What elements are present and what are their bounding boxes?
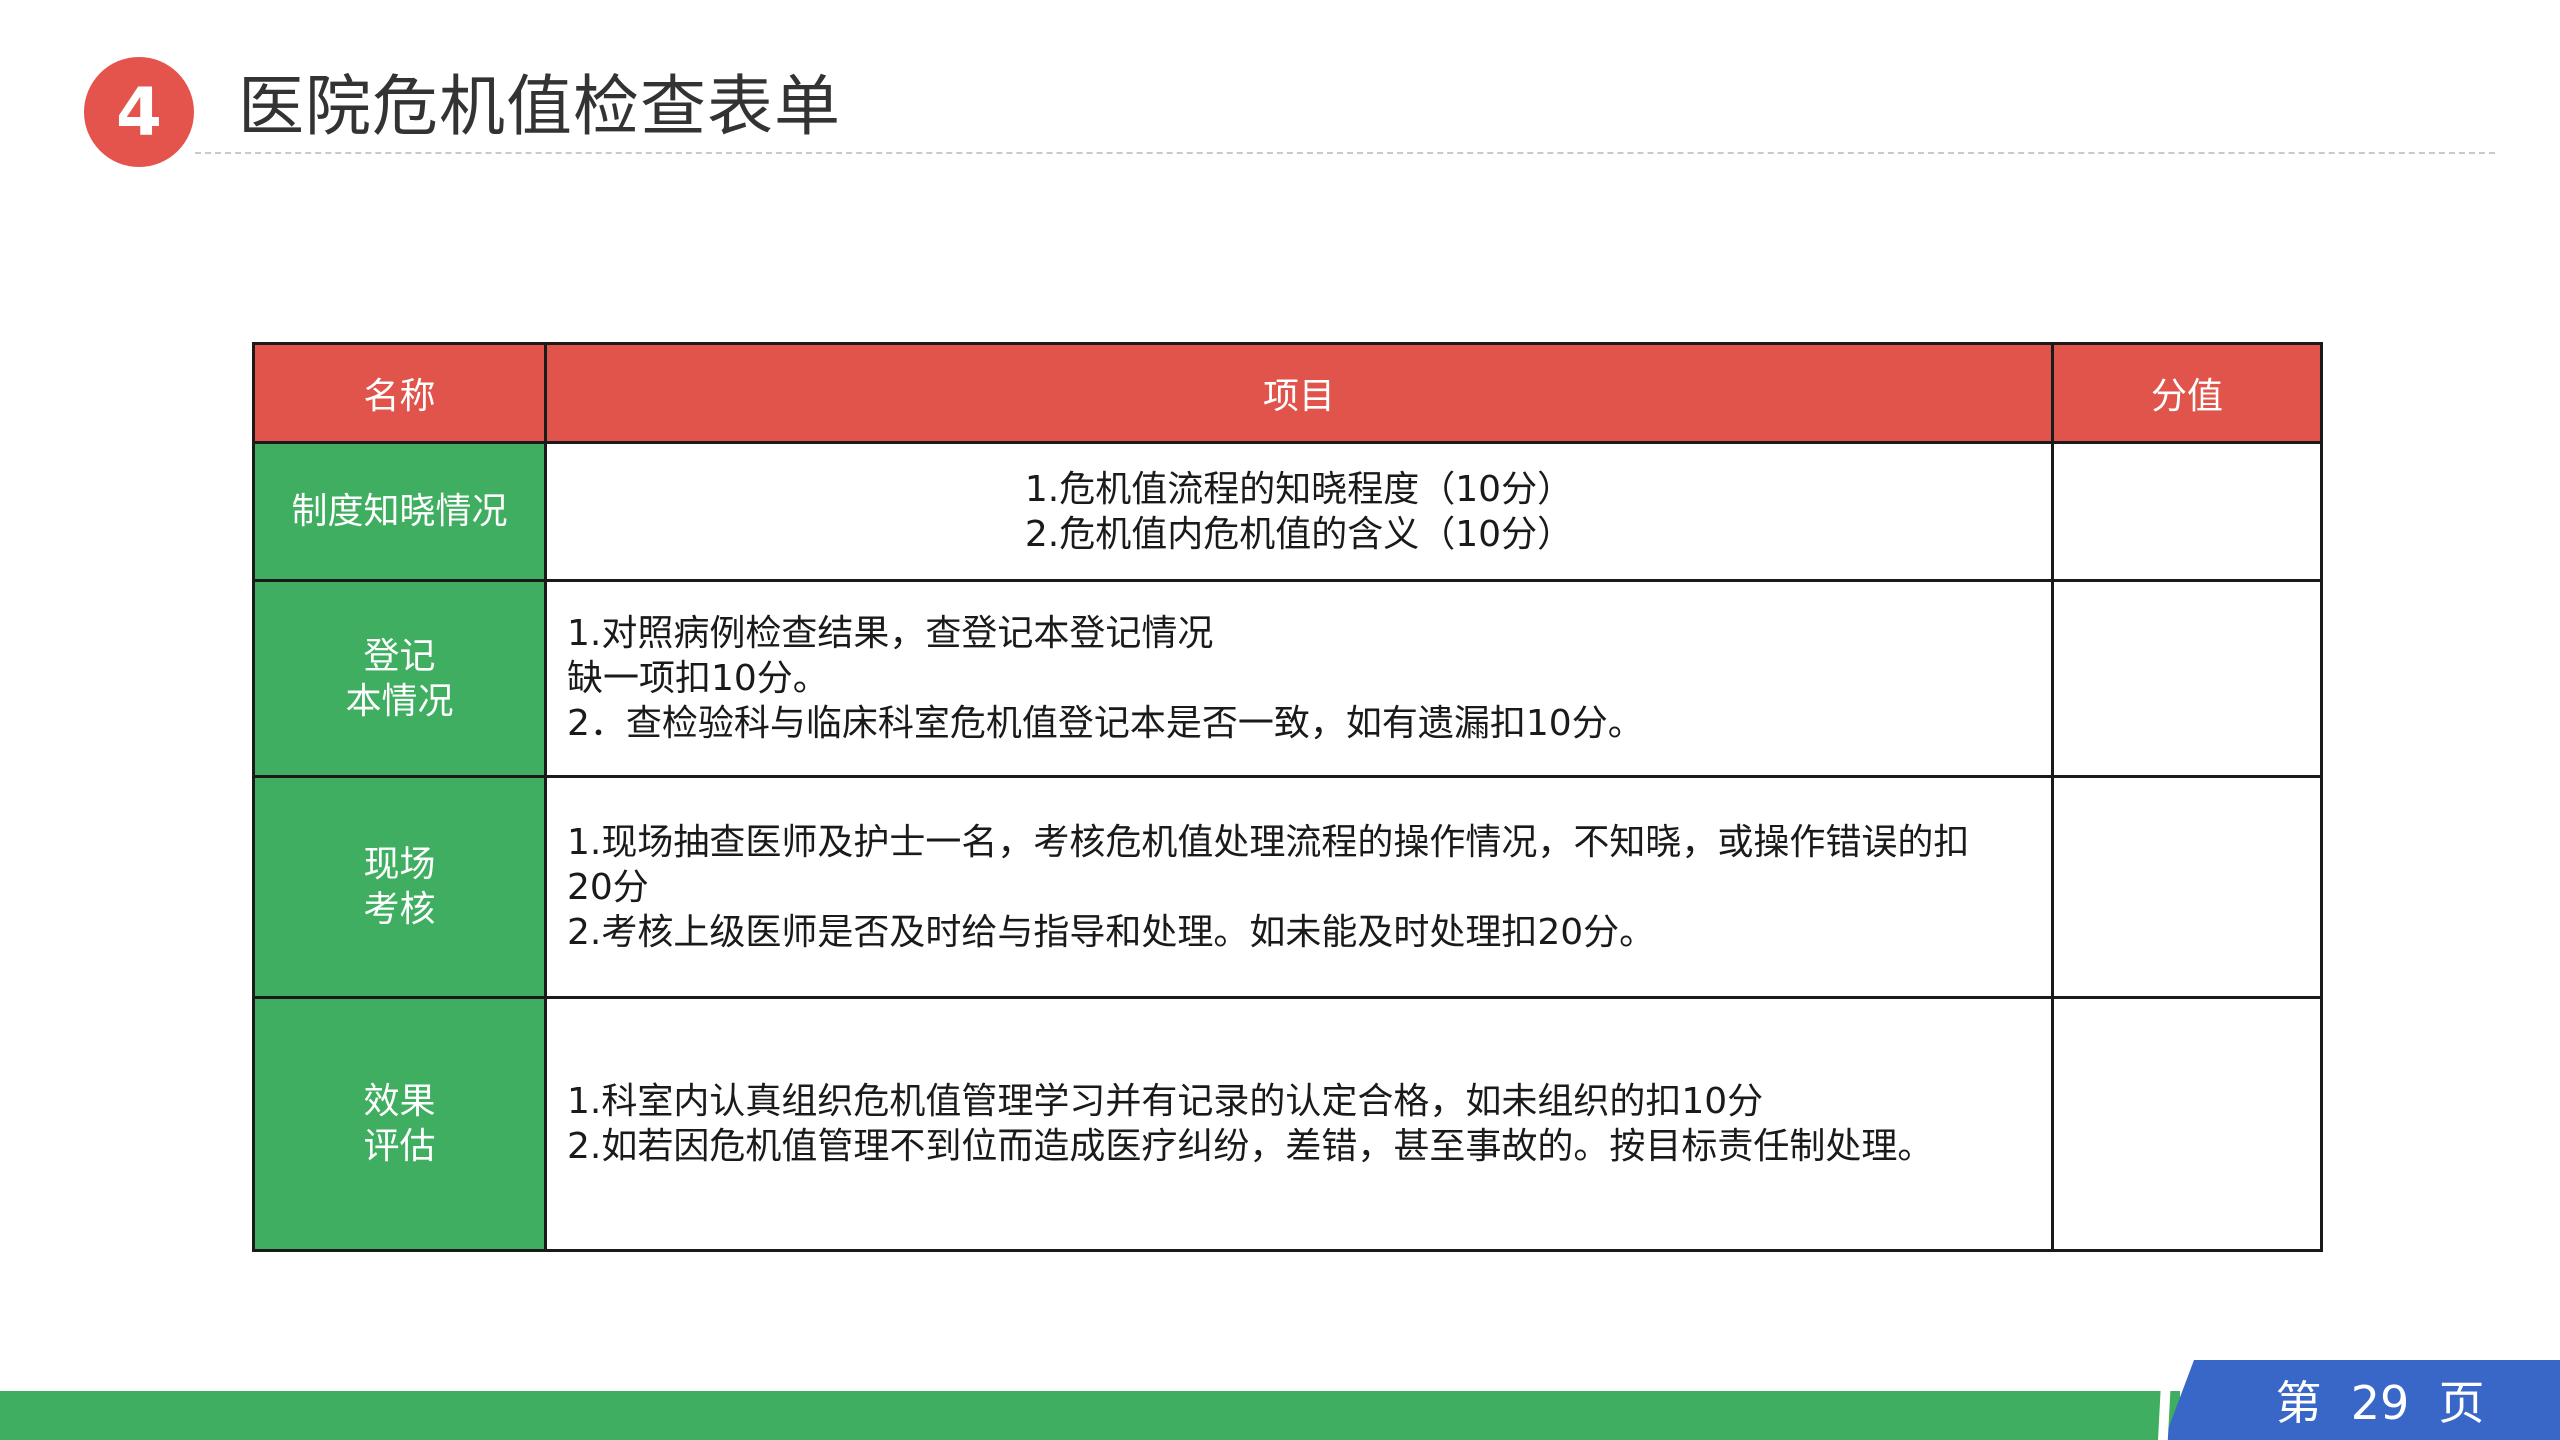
table-header-row: 名称 项目 分值	[252, 342, 2323, 444]
row-item-line: 1.对照病例检查结果，查登记本登记情况	[567, 613, 1214, 654]
row-name-cell: 现场 考核	[252, 775, 547, 999]
section-number: 4	[116, 73, 162, 151]
row-item-line: 1.危机值流程的知晓程度（10分）	[1024, 468, 1574, 510]
row-name-line: 登记	[363, 635, 436, 677]
row-score-cell	[2051, 775, 2323, 999]
row-item-line: 2.考核上级医师是否及时给与指导和处理。如未能及时处理扣20分。	[567, 911, 1656, 953]
row-item-line: 2.危机值内危机值的含义（10分）	[1024, 513, 1574, 555]
row-item-cell: 1.科室内认真组织危机值管理学习并有记录的认定合格，如未组织的扣10分 2.如若…	[544, 996, 2054, 1252]
row-name-line: 评估	[363, 1126, 436, 1167]
page-number: 第 29 页	[2275, 1376, 2485, 1430]
row-item-line: 20分	[567, 866, 649, 908]
row-item-cell: 1.对照病例检查结果，查登记本登记情况 缺一项扣10分。 2．查检验科与临床科室…	[544, 579, 2054, 778]
column-header-score: 分值	[2051, 342, 2323, 444]
row-item-line: 1.现场抽查医师及护士一名，考核危机值处理流程的操作情况，不知晓，或操作错误的扣	[567, 821, 1970, 863]
table-row: 现场 考核 1.现场抽查医师及护士一名，考核危机值处理流程的操作情况，不知晓，或…	[252, 775, 2323, 999]
row-item-line: 1.科室内认真组织危机值管理学习并有记录的认定合格，如未组织的扣10分	[567, 1081, 1764, 1122]
row-name-cell: 效果 评估	[252, 996, 547, 1252]
section-number-badge: 4	[84, 57, 194, 167]
checklist-table: 名称 项目 分值 制度知晓情况 1.危机值流程的知晓程度（10分） 2.危机值内…	[252, 342, 2323, 1252]
row-item-cell: 1.现场抽查医师及护士一名，考核危机值处理流程的操作情况，不知晓，或操作错误的扣…	[544, 775, 2054, 999]
row-name-line: 现场	[363, 844, 436, 885]
row-name-line: 本情况	[345, 680, 454, 722]
row-name-line: 制度知晓情况	[291, 491, 508, 532]
footer-green-bar	[0, 1391, 2180, 1440]
column-header-name: 名称	[252, 342, 547, 444]
row-name-line: 考核	[363, 889, 436, 930]
row-item-line: 2.如若因危机值管理不到位而造成医疗纠纷，差错，甚至事故的。按目标责任制处理。	[567, 1126, 1934, 1167]
row-score-cell	[2051, 996, 2323, 1252]
column-header-item: 项目	[544, 342, 2054, 444]
row-score-cell	[2051, 441, 2323, 582]
table-row: 登记 本情况 1.对照病例检查结果，查登记本登记情况 缺一项扣10分。 2．查检…	[252, 579, 2323, 778]
row-name-line: 效果	[363, 1081, 436, 1122]
table-row: 效果 评估 1.科室内认真组织危机值管理学习并有记录的认定合格，如未组织的扣10…	[252, 996, 2323, 1252]
table-row: 制度知晓情况 1.危机值流程的知晓程度（10分） 2.危机值内危机值的含义（10…	[252, 441, 2323, 582]
row-item-line: 缺一项扣10分。	[567, 658, 829, 699]
row-item-cell: 1.危机值流程的知晓程度（10分） 2.危机值内危机值的含义（10分）	[544, 441, 2054, 582]
row-score-cell	[2051, 579, 2323, 778]
slide: 4 医院危机值检查表单 名称 项目 分值 制度知晓情况 1.危机值流程的知晓程度…	[0, 0, 2560, 1440]
row-name-cell: 制度知晓情况	[252, 441, 547, 582]
row-name-cell: 登记 本情况	[252, 579, 547, 778]
page-title: 医院危机值检查表单	[238, 68, 841, 145]
row-item-line: 2．查检验科与临床科室危机值登记本是否一致，如有遗漏扣10分。	[567, 703, 1644, 744]
title-divider	[195, 152, 2495, 154]
